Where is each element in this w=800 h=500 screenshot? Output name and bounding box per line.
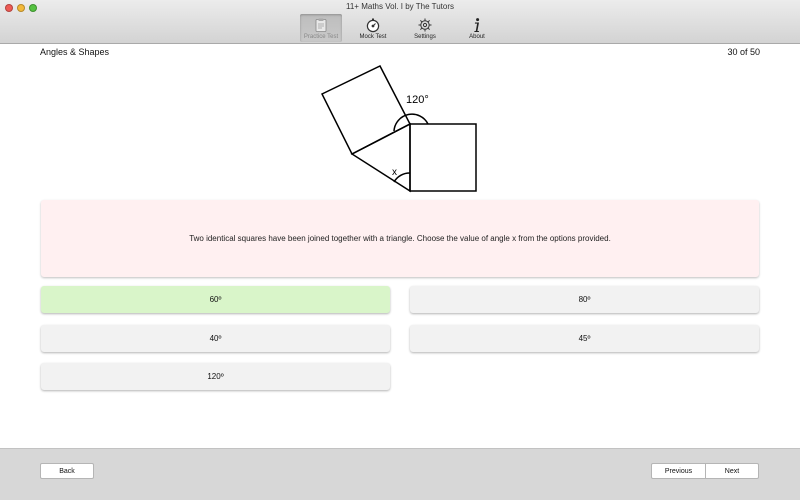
answer-label: 40º [209,334,222,343]
answer-option-40[interactable]: 40º [41,325,390,352]
previous-button[interactable]: Previous [651,463,706,479]
answer-label: 80º [578,295,591,304]
toolbar-label: Settings [414,34,436,40]
toolbar-settings[interactable]: Settings [404,14,446,42]
toolbar: Practice Test Mock Test Settings About [300,14,508,42]
info-icon [474,18,480,32]
toolbar-label: Practice Test [303,34,339,40]
question-text: Two identical squares have been joined t… [189,234,611,243]
angle-arc-120 [393,113,429,132]
stopwatch-icon [366,18,380,33]
section-title: Angles & Shapes [40,47,110,57]
answer-option-60[interactable]: 60º [41,286,390,313]
toolbar-practice-test[interactable]: Practice Test [300,14,342,42]
angle-label-x: x [392,167,397,178]
toolbar-about[interactable]: About [456,14,498,42]
window-titlebar: 11+ Maths Vol. I by The Tutors Practice … [0,0,800,44]
answer-option-45[interactable]: 45º [410,325,759,352]
window-title: 11+ Maths Vol. I by The Tutors [346,2,454,11]
answer-label: 45º [578,334,591,343]
gear-icon [418,18,432,32]
toolbar-label: About [469,34,485,40]
answer-label: 60º [209,295,222,304]
answer-option-80[interactable]: 80º [410,286,759,313]
right-square [409,123,477,192]
angle-label-120: 120° [406,94,429,106]
left-square [320,65,412,156]
answer-label: 120º [207,372,224,381]
question-figure: 120° x [320,65,477,193]
back-button[interactable]: Back [40,463,94,479]
clipboard-icon [315,18,327,32]
toolbar-mock-test[interactable]: Mock Test [352,14,394,42]
question-counter: 30 of 50 [727,47,760,57]
question-card: Two identical squares have been joined t… [41,200,759,277]
toolbar-label: Mock Test [359,34,387,40]
footer-bar: Back Previous Next [0,448,800,500]
answer-option-120[interactable]: 120º [41,363,390,390]
next-button[interactable]: Next [705,463,759,479]
triangle [350,122,411,193]
